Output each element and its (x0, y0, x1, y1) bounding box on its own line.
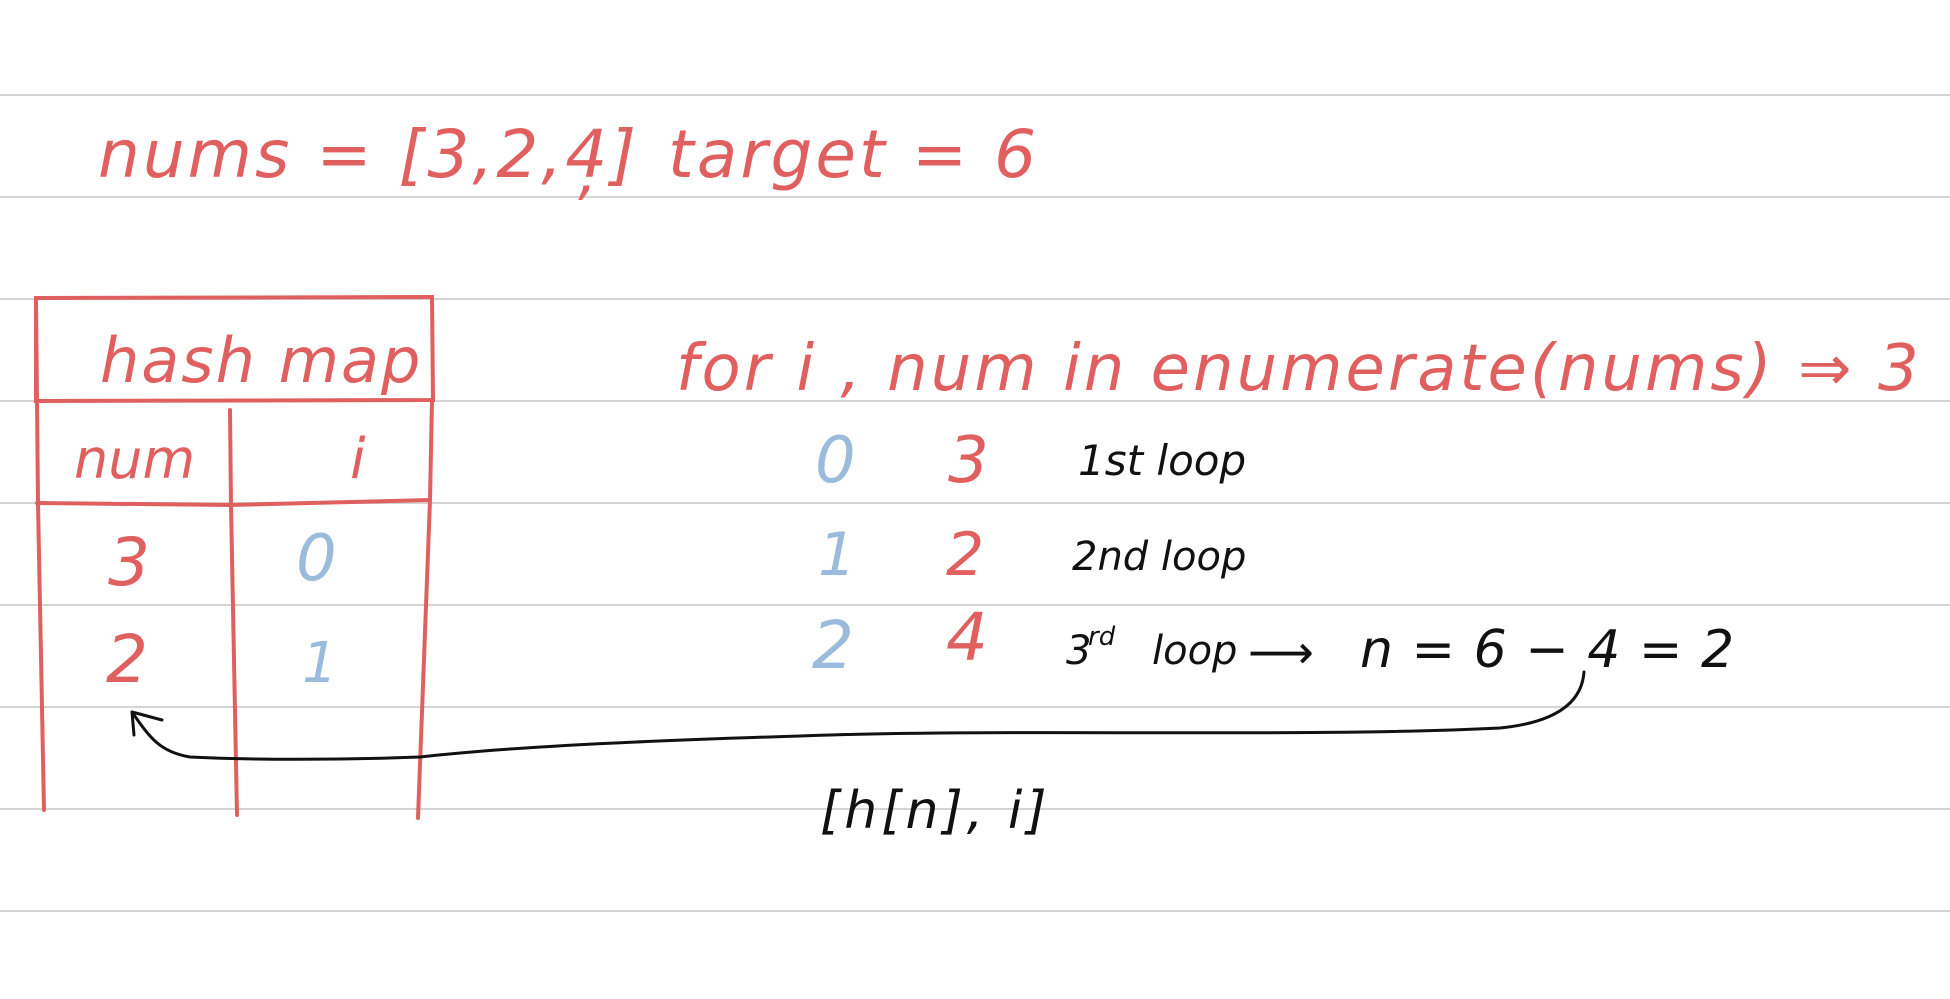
result-expression: [h[n], i] (820, 781, 1051, 841)
lookup-arrow (130, 670, 1586, 761)
iteration-index: 0 (815, 424, 856, 498)
iteration-value: 2 (946, 520, 984, 590)
iteration-label: 1st loop (1078, 436, 1246, 485)
iteration-value: 3 (948, 424, 989, 498)
lookup-arrow-curve (130, 670, 1586, 761)
iteration-index: 2 (812, 607, 854, 684)
computation-expression: n = 6 − 4 = 2 (1360, 620, 1735, 680)
target-definition: target = 6 (668, 116, 1039, 193)
nums-definition: nums = [3,2,4] (98, 116, 639, 193)
iteration-index: 1 (818, 520, 856, 590)
notebook-page: nums = [3,2,4] , target = 6 hash map num… (0, 94, 1950, 912)
table-outer-left (34, 296, 39, 403)
hash-row-num: 2 (106, 621, 148, 698)
loop-statement: for i , num in enumerate(nums) ⇒ 3 (676, 332, 1922, 406)
hash-map-title: hash map (100, 324, 422, 397)
column-header-num: num (74, 428, 195, 491)
header-separator: , (578, 138, 597, 208)
iteration-value: 4 (946, 599, 988, 676)
hash-row-index: 0 (296, 522, 337, 596)
hash-row-index: 1 (302, 631, 338, 696)
iteration-label-suffix: loop (1152, 628, 1237, 674)
iteration-label: 2nd loop (1072, 534, 1246, 580)
table-middle-divider (228, 408, 239, 817)
computation-arrow: ⟶ (1248, 625, 1314, 679)
iteration-label-superscript: rd (1088, 622, 1116, 652)
hash-row-num: 3 (108, 524, 150, 601)
column-header-i: i (350, 427, 366, 492)
